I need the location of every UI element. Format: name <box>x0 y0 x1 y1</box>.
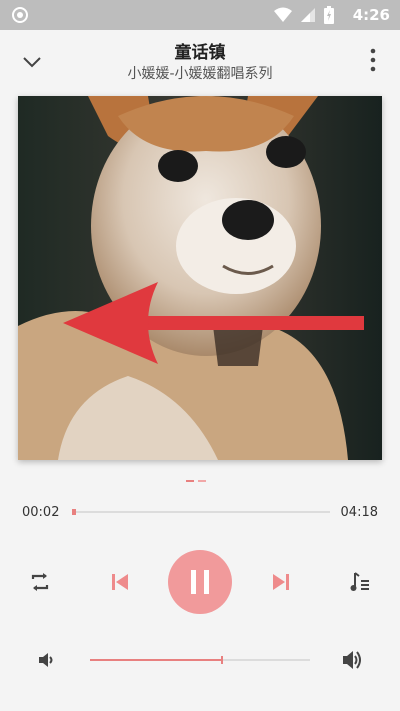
seek-bar[interactable] <box>72 509 330 515</box>
volume-up-icon[interactable] <box>341 648 365 672</box>
volume-slider-thumb[interactable] <box>221 656 223 664</box>
playlist-icon[interactable] <box>349 570 373 594</box>
song-title: 童话镇 <box>174 43 226 63</box>
volume-down-icon[interactable] <box>37 651 55 669</box>
album-art[interactable] <box>18 96 382 460</box>
cellular-signal-icon <box>301 8 315 22</box>
skip-next-icon[interactable] <box>271 572 291 592</box>
volume-slider-fill <box>90 659 222 661</box>
current-time: 00:02 <box>22 505 60 520</box>
player-header: 童话镇 小媛媛-小媛媛翻唱系列 <box>0 30 400 90</box>
page-indicator-dot <box>186 480 194 482</box>
total-time: 04:18 <box>340 505 378 520</box>
pause-button[interactable] <box>168 550 232 614</box>
song-artist: 小媛媛-小媛媛翻唱系列 <box>127 66 273 82</box>
puppy-photo <box>18 96 382 460</box>
more-options-icon[interactable] <box>370 48 376 72</box>
notification-icon <box>12 7 28 23</box>
battery-icon <box>324 6 334 24</box>
pause-icon-bar <box>204 570 209 594</box>
wifi-icon <box>274 7 292 22</box>
repeat-icon[interactable] <box>28 570 52 594</box>
page-indicator <box>186 480 206 482</box>
seek-bar-thumb[interactable] <box>72 509 76 515</box>
volume-slider[interactable] <box>90 656 310 664</box>
status-time: 4:26 <box>352 6 390 24</box>
skip-previous-icon[interactable] <box>110 572 130 592</box>
pause-icon-bar <box>191 570 196 594</box>
status-bar: 4:26 <box>0 0 400 30</box>
page-indicator-dot <box>198 480 206 482</box>
